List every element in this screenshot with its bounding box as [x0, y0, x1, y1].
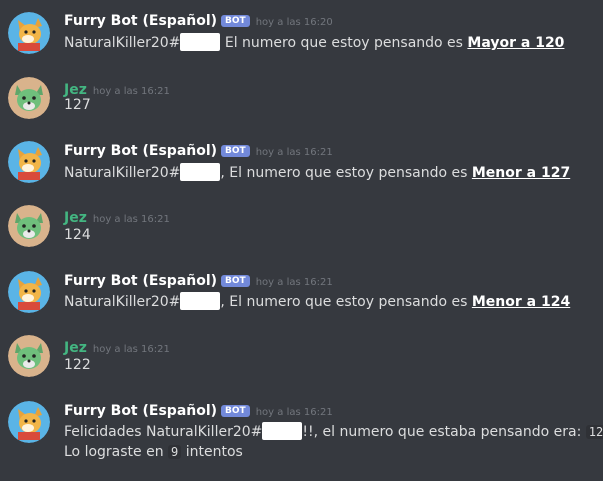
message-text: NaturalKiller20# [64, 165, 181, 181]
message-content-line-2: Lo lograste en 9 intentos [64, 444, 243, 460]
timestamp: hoy a las 16:21 [255, 277, 333, 288]
message-text: Felicidades NaturalKiller20# [64, 424, 263, 440]
bot-badge: BOT [221, 405, 250, 417]
hint-text: Mayor a 120 [467, 35, 565, 51]
timestamp: hoy a las 16:21 [92, 86, 170, 97]
author-name[interactable]: Furry Bot (Español) [64, 273, 217, 289]
fox-avatar-icon[interactable] [8, 141, 50, 183]
author-name[interactable]: Jez [64, 210, 87, 226]
inline-code-number: 122 [585, 425, 603, 439]
author-name[interactable]: Jez [64, 340, 87, 356]
message-text: intentos [181, 444, 243, 460]
wolf-avatar-icon[interactable] [8, 335, 50, 377]
message-text: Lo lograste en [64, 444, 169, 460]
redacted-box [262, 422, 303, 440]
timestamp: hoy a las 16:21 [255, 147, 333, 158]
timestamp: hoy a las 16:21 [255, 407, 333, 418]
hint-text: Menor a 124 [471, 294, 571, 310]
message-content: NaturalKiller20# , El numero que estoy pe… [64, 163, 570, 181]
redacted-box [180, 292, 221, 310]
message-content: Felicidades NaturalKiller20# !!, el numer… [64, 422, 603, 440]
message-content: 127 [64, 97, 91, 113]
wolf-avatar-icon[interactable] [8, 77, 50, 119]
author-name[interactable]: Furry Bot (Español) [64, 143, 217, 159]
bot-badge: BOT [221, 145, 250, 157]
message-text: NaturalKiller20# [64, 294, 181, 310]
redacted-box [180, 163, 221, 181]
message-text: , El numero que estoy pensando es [220, 165, 472, 181]
fox-avatar-icon[interactable] [8, 271, 50, 313]
hint-text: Menor a 127 [471, 165, 571, 181]
message-text: NaturalKiller20# [64, 35, 181, 51]
bot-badge: BOT [221, 275, 250, 287]
message-content: NaturalKiller20# El numero que estoy pen… [64, 33, 564, 51]
inline-code-attempts: 9 [168, 445, 182, 459]
message-text: !!, el numero que estaba pensando era: [302, 424, 586, 440]
bot-badge: BOT [221, 15, 250, 27]
message-content: NaturalKiller20# , El numero que estoy pe… [64, 292, 570, 310]
author-name[interactable]: Furry Bot (Español) [64, 13, 217, 29]
timestamp: hoy a las 16:21 [92, 214, 170, 225]
author-name[interactable]: Jez [64, 82, 87, 98]
redacted-box [180, 33, 221, 51]
message-content: 122 [64, 357, 91, 373]
message-content: 124 [64, 227, 91, 243]
message-text: , El numero que estoy pensando es [220, 294, 472, 310]
fox-avatar-icon[interactable] [8, 12, 50, 54]
wolf-avatar-icon[interactable] [8, 205, 50, 247]
author-name[interactable]: Furry Bot (Español) [64, 403, 217, 419]
message-text: El numero que estoy pensando es [220, 35, 468, 51]
timestamp: hoy a las 16:20 [255, 17, 333, 28]
timestamp: hoy a las 16:21 [92, 344, 170, 355]
fox-avatar-icon[interactable] [8, 401, 50, 443]
